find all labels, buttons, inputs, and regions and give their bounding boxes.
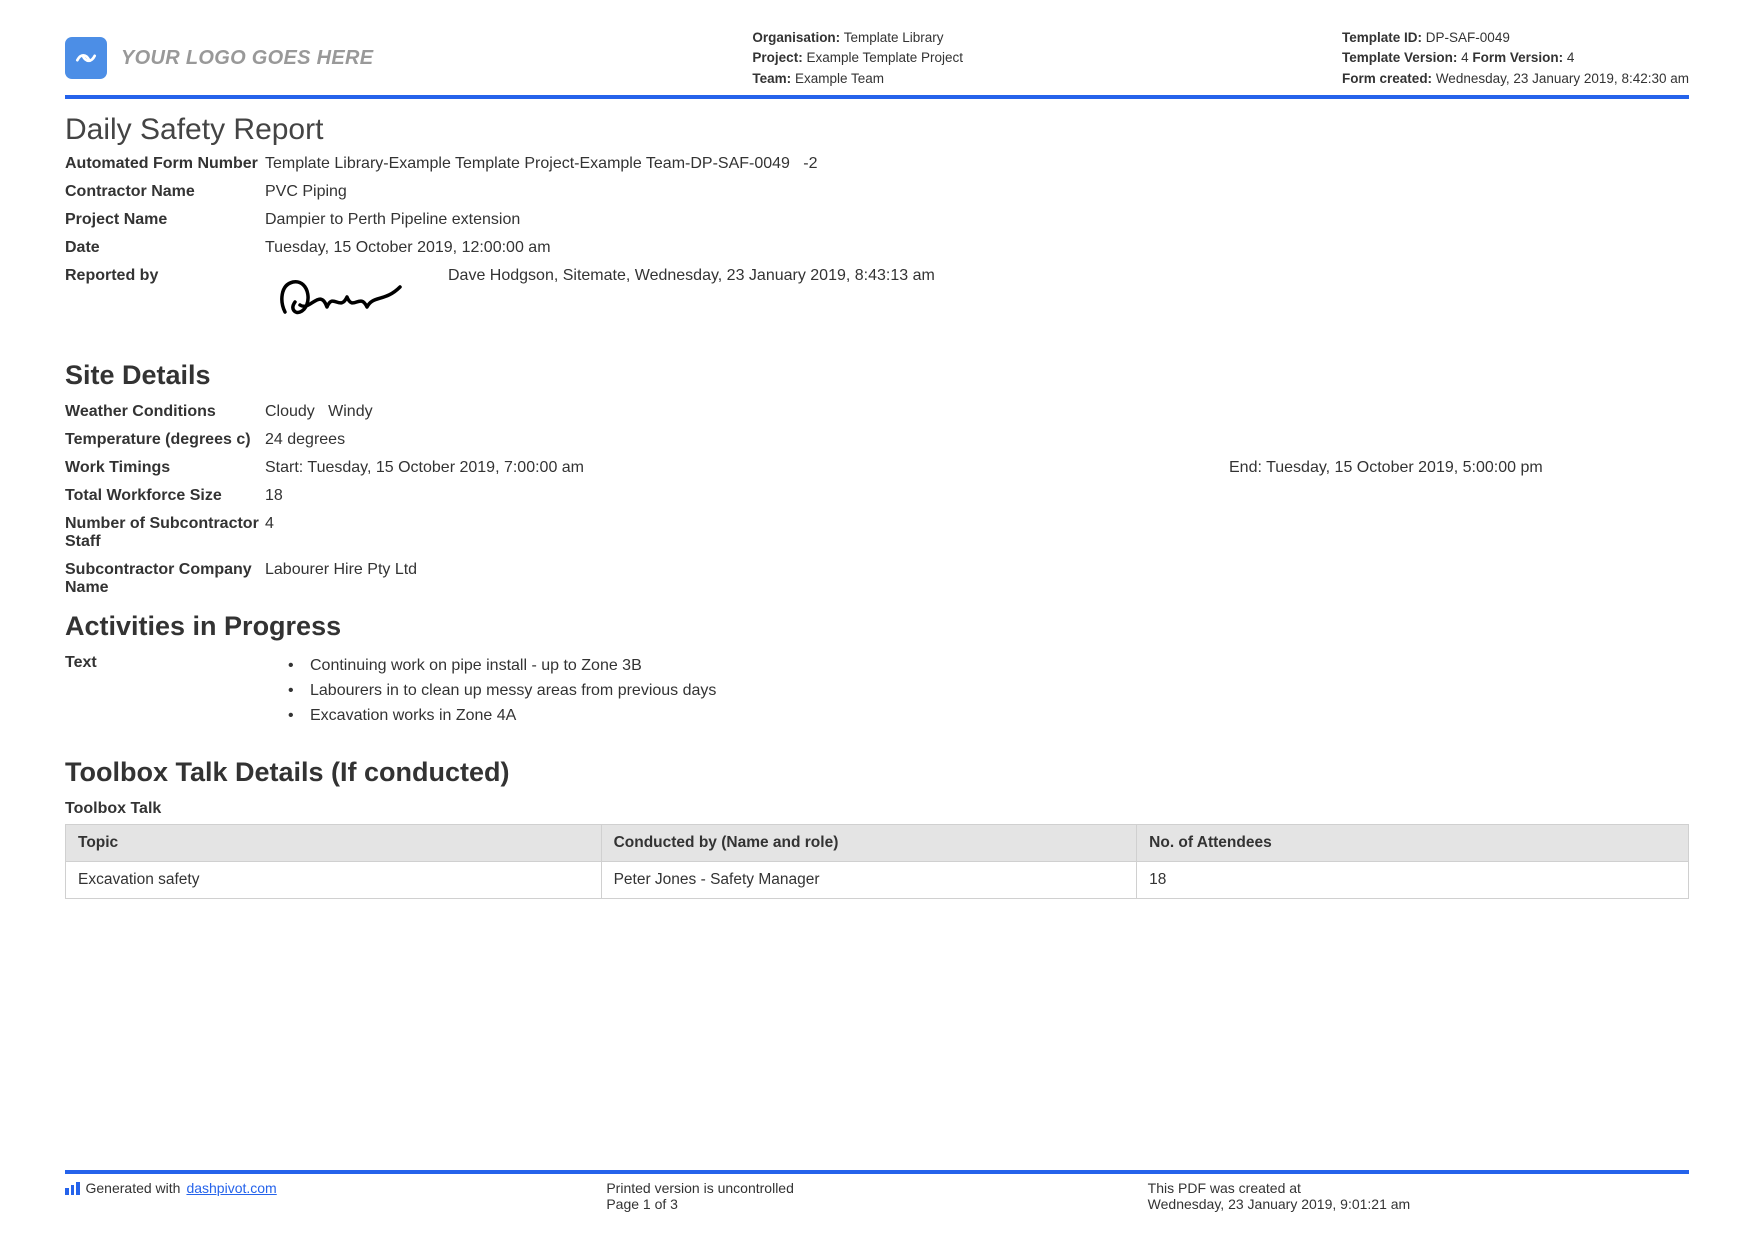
subco-label: Subcontractor Company Name: [65, 561, 265, 597]
field-contractor-name: Contractor Name PVC Piping: [65, 183, 1689, 201]
temperature-label: Temperature (degrees c): [65, 431, 265, 449]
section-toolbox: Toolbox Talk Details (If conducted): [65, 757, 1689, 788]
pdf-created-label: This PDF was created at: [1148, 1180, 1689, 1196]
header-left: YOUR LOGO GOES HERE: [65, 28, 373, 89]
afn-label: Automated Form Number: [65, 155, 265, 173]
form-created-label: Form created:: [1342, 71, 1432, 86]
date-value: Tuesday, 15 October 2019, 12:00:00 am: [265, 239, 1689, 257]
col-attendees: No. of Attendees: [1137, 825, 1689, 862]
col-conducted-by: Conducted by (Name and role): [601, 825, 1137, 862]
template-version-label: Template Version:: [1342, 50, 1457, 65]
timings-label: Work Timings: [65, 459, 265, 477]
project-value: Example Template Project: [803, 50, 963, 65]
logo-icon: [65, 37, 107, 79]
project-label: Project:: [752, 50, 802, 65]
list-item: Continuing work on pipe install - up to …: [310, 654, 716, 677]
subcount-label: Number of Subcontractor Staff: [65, 515, 265, 551]
footer-center: Printed version is uncontrolled Page 1 o…: [606, 1180, 1147, 1212]
reported-label: Reported by: [65, 267, 265, 285]
header-right: Template ID: DP-SAF-0049 Template Versio…: [1342, 28, 1689, 89]
section-site-details: Site Details: [65, 360, 1689, 391]
uncontrolled-text: Printed version is uncontrolled: [606, 1180, 1147, 1196]
afn-value: Template Library-Example Template Projec…: [265, 155, 1689, 173]
header-middle: Organisation: Template Library Project: …: [752, 28, 963, 89]
toolbox-table: Topic Conducted by (Name and role) No. o…: [65, 824, 1689, 899]
cell-conducted-by: Peter Jones - Safety Manager: [601, 862, 1137, 899]
team-label: Team:: [752, 71, 791, 86]
signature-image: [265, 267, 440, 332]
contractor-label: Contractor Name: [65, 183, 265, 201]
document-header: YOUR LOGO GOES HERE Organisation: Templa…: [65, 28, 1689, 99]
footer-left: Generated with dashpivot.com: [65, 1180, 606, 1212]
field-temperature: Temperature (degrees c) 24 degrees: [65, 431, 1689, 449]
field-weather: Weather Conditions Cloudy Windy: [65, 403, 1689, 421]
footer-right: This PDF was created at Wednesday, 23 Ja…: [1148, 1180, 1689, 1212]
field-work-timings: Work Timings Start: Tuesday, 15 October …: [65, 459, 1689, 477]
generated-prefix: Generated with: [86, 1180, 181, 1196]
pdf-created-value: Wednesday, 23 January 2019, 9:01:21 am: [1148, 1196, 1689, 1212]
projectname-value: Dampier to Perth Pipeline extension: [265, 211, 1689, 229]
timings-end: End: Tuesday, 15 October 2019, 5:00:00 p…: [1229, 459, 1689, 477]
field-workforce-size: Total Workforce Size 18: [65, 487, 1689, 505]
weather-label: Weather Conditions: [65, 403, 265, 421]
template-id-value: DP-SAF-0049: [1422, 30, 1510, 45]
dashpivot-link[interactable]: dashpivot.com: [186, 1180, 276, 1196]
dashpivot-icon: [65, 1181, 80, 1195]
field-project-name: Project Name Dampier to Perth Pipeline e…: [65, 211, 1689, 229]
team-value: Example Team: [791, 71, 884, 86]
page-number: Page 1 of 3: [606, 1196, 1147, 1212]
list-item: Excavation works in Zone 4A: [310, 704, 716, 727]
timings-start: Start: Tuesday, 15 October 2019, 7:00:00…: [265, 459, 1229, 477]
activities-list: Continuing work on pipe install - up to …: [265, 654, 716, 730]
page-title: Daily Safety Report: [65, 113, 1689, 147]
organisation-value: Template Library: [840, 30, 943, 45]
table-header-row: Topic Conducted by (Name and role) No. o…: [66, 825, 1689, 862]
form-version-label: Form Version:: [1472, 50, 1563, 65]
field-subcontractor-count: Number of Subcontractor Staff 4: [65, 515, 1689, 551]
subcount-value: 4: [265, 515, 1689, 551]
template-version-value: 4: [1457, 50, 1472, 65]
field-activities: Text Continuing work on pipe install - u…: [65, 654, 1689, 730]
reported-value: Dave Hodgson, Sitemate, Wednesday, 23 Ja…: [448, 267, 935, 285]
template-id-label: Template ID:: [1342, 30, 1422, 45]
weather-value: Cloudy Windy: [265, 403, 1689, 421]
temperature-value: 24 degrees: [265, 431, 1689, 449]
form-created-value: Wednesday, 23 January 2019, 8:42:30 am: [1432, 71, 1689, 86]
col-topic: Topic: [66, 825, 602, 862]
field-automated-form-number: Automated Form Number Template Library-E…: [65, 155, 1689, 173]
date-label: Date: [65, 239, 265, 257]
workforce-value: 18: [265, 487, 1689, 505]
activities-label: Text: [65, 654, 265, 730]
list-item: Labourers in to clean up messy areas fro…: [310, 679, 716, 702]
cell-topic: Excavation safety: [66, 862, 602, 899]
field-date: Date Tuesday, 15 October 2019, 12:00:00 …: [65, 239, 1689, 257]
toolbox-sublabel: Toolbox Talk: [65, 800, 1689, 818]
logo-placeholder-text: YOUR LOGO GOES HERE: [121, 47, 373, 70]
section-activities: Activities in Progress: [65, 611, 1689, 642]
document-footer: Generated with dashpivot.com Printed ver…: [65, 1170, 1689, 1212]
workforce-label: Total Workforce Size: [65, 487, 265, 505]
table-row: Excavation safety Peter Jones - Safety M…: [66, 862, 1689, 899]
field-subcontractor-company: Subcontractor Company Name Labourer Hire…: [65, 561, 1689, 597]
contractor-value: PVC Piping: [265, 183, 1689, 201]
form-version-value: 4: [1563, 50, 1574, 65]
cell-attendees: 18: [1137, 862, 1689, 899]
field-reported-by: Reported by Dave Hodgson, Sitemate, Wedn…: [65, 267, 1689, 332]
subco-value: Labourer Hire Pty Ltd: [265, 561, 1689, 597]
projectname-label: Project Name: [65, 211, 265, 229]
organisation-label: Organisation:: [752, 30, 840, 45]
